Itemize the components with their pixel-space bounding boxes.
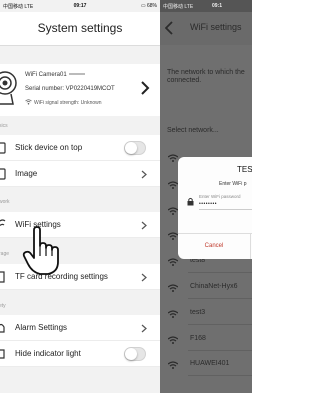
- back-arrow-icon[interactable]: [165, 21, 173, 35]
- network-ssid: F168: [190, 335, 206, 342]
- camera-name-text: WiFi Camera01: [25, 72, 67, 78]
- row-alarm-settings[interactable]: Alarm Settings: [0, 315, 160, 341]
- hide-indicator-toggle[interactable]: [124, 347, 146, 361]
- wifi-icon: [168, 258, 178, 266]
- wifi-icon: [0, 219, 6, 227]
- section-header-safety: ety: [0, 303, 6, 309]
- network-ssid: HUAWEI401: [190, 360, 230, 367]
- password-value: ••••••••: [199, 201, 218, 207]
- nav-bar: System settings: [0, 12, 160, 46]
- lock-icon: [187, 197, 194, 206]
- alarm-icon: [0, 323, 5, 333]
- redacted-mark: [68, 73, 85, 76]
- tap-hand-icon: [22, 226, 59, 275]
- camera-serial: Serial number: VP0220419MCOT: [25, 86, 115, 92]
- chevron-right-icon: [141, 170, 147, 179]
- wifi-icon: [168, 361, 178, 369]
- chevron-right-icon: [141, 81, 150, 95]
- battery-level: 68%: [146, 3, 157, 9]
- dialog-title: TES: [237, 165, 252, 174]
- wifi-icon: [168, 310, 178, 318]
- divider: [188, 375, 252, 376]
- row-label: Hide indicator light: [15, 349, 81, 358]
- row-hide-indicator-light[interactable]: Hide indicator light: [0, 341, 160, 367]
- stick-on-top-toggle[interactable]: [124, 141, 146, 155]
- divider: [188, 272, 252, 273]
- section-header-network: work: [0, 199, 10, 205]
- page-title: System settings: [37, 21, 123, 35]
- nav-bar: WiFi settings: [160, 12, 252, 45]
- section-header-basics: sics: [0, 123, 8, 129]
- chevron-right-icon: [141, 221, 147, 230]
- status-time: 09:1: [212, 3, 223, 9]
- chevron-right-icon: [141, 273, 147, 282]
- network-ssid: test3: [190, 309, 206, 316]
- divider: [188, 324, 252, 325]
- row-label: Image: [15, 169, 38, 178]
- divider: [188, 350, 252, 351]
- camera-info-row[interactable]: WiFi Camera01 Serial number: VP0220419MC…: [0, 64, 160, 116]
- wifi-icon: [168, 207, 178, 215]
- pin-icon: [0, 142, 6, 154]
- wifi-settings-screen: 中国移动 LTE 09:1 WiFi settings The network …: [160, 0, 252, 393]
- sd-card-icon: [0, 271, 5, 283]
- wifi-icon: [168, 336, 178, 344]
- cancel-button[interactable]: Cancel: [178, 234, 250, 259]
- camera-signal-text: WiFi signal strength: Unknown: [34, 100, 102, 106]
- row-stick-device-on-top[interactable]: Stick device on top: [0, 135, 160, 161]
- status-bar: 中国移动 LTE 09:1: [160, 0, 252, 12]
- image-icon: [0, 168, 6, 180]
- wifi-password-input[interactable]: Enter WiFi password ••••••••: [199, 193, 252, 210]
- dialog-button-divider: [250, 234, 251, 259]
- camera-signal: WiFi signal strength: Unknown: [25, 99, 102, 106]
- light-icon: [0, 349, 5, 359]
- status-time: 09:17: [73, 3, 87, 9]
- page-title: WiFi settings: [190, 22, 242, 32]
- divider: [188, 298, 252, 299]
- wifi-icon: [168, 181, 178, 189]
- row-label: Alarm Settings: [15, 323, 68, 332]
- wifi-icon: [168, 232, 178, 240]
- network-ssid: ChinaNet-Hyx6: [190, 283, 238, 290]
- system-settings-screen: 中国移动 LTE 09:17 ▭ 68% System settings WiF…: [0, 0, 160, 393]
- row-image[interactable]: Image: [0, 161, 160, 187]
- chevron-right-icon: [141, 324, 147, 333]
- dialog-subtitle: Enter WiFi p: [219, 181, 247, 187]
- status-carrier: 中国移动 LTE: [163, 4, 194, 10]
- row-label: Stick device on top: [15, 143, 83, 152]
- connection-message: The network to which the connected.: [167, 69, 245, 84]
- password-placeholder: Enter WiFi password: [199, 194, 241, 199]
- camera-icon: [0, 71, 17, 105]
- wifi-icon: [168, 154, 178, 162]
- status-bar: 中国移动 LTE 09:17 ▭ 68%: [0, 0, 160, 12]
- status-battery: ▭ 68%: [141, 3, 157, 9]
- wifi-password-dialog: TES Enter WiFi p Enter WiFi password •••…: [178, 157, 252, 259]
- select-network-label: Select network...: [167, 127, 219, 134]
- wifi-signal-icon: [25, 99, 32, 105]
- camera-name: WiFi Camera01: [25, 72, 85, 78]
- wifi-icon: [168, 284, 178, 292]
- battery-icon: ▭: [140, 3, 146, 9]
